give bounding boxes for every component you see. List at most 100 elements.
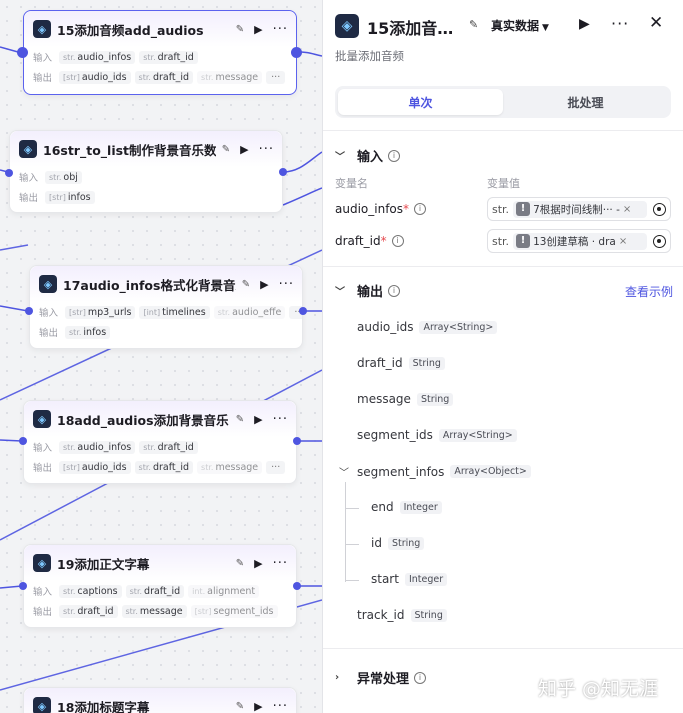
edit-title-icon[interactable]: ✎ [469,18,478,31]
output-section-header[interactable]: ﹀ 输出 i [335,281,401,300]
run-node-icon[interactable]: ▶ [254,700,262,713]
edit-title-icon[interactable]: ✎ [236,414,244,425]
remove-reference-icon[interactable]: × [619,236,627,247]
param-chip: str. obj [45,170,82,184]
more-options-icon[interactable]: ··· [273,556,288,571]
input-label: 输入 [19,173,39,184]
param-chip: str. message [197,460,263,474]
tab-single[interactable]: 单次 [338,89,503,115]
var-value-draft-id[interactable]: str. ! 13创建草稿 · dra × [487,229,671,253]
info-icon[interactable]: i [414,203,427,215]
node-16-str-to-list[interactable]: ◈ 16str_to_list制作背景音乐数据 ✎ ▶ ··· 输入 str. o… [9,130,283,213]
data-source-select[interactable]: 真实数据 ▼ [491,17,549,34]
chevron-down-icon: ﹀ [335,152,345,163]
required-marker: * [380,234,387,248]
input-label: 输入 [33,53,53,64]
column-var-name: 变量名 [335,177,368,190]
node-18-add-audios-bgm[interactable]: ◈ 18add_audios添加背景音乐 ✎ ▶ ··· 输入 str. audi… [23,400,297,484]
node-output-port[interactable] [293,582,301,590]
edit-title-icon[interactable]: ✎ [236,24,244,35]
param-chip: [str] mp3_urls [65,305,136,319]
reference-tag[interactable]: ! 13创建草稿 · dra × [513,232,647,250]
panel-header: ◈ 15添加音… ✎ 真实数据 ▼ ▶ ··· ✕ 批量添加音频 [323,0,683,72]
node-title: 17audio_infos格式化背景音乐 [63,277,236,293]
plugin-logo-icon: ◈ [39,275,57,293]
more-options-icon[interactable]: ··· [259,142,274,157]
column-var-value: 变量值 [487,177,520,190]
more-options-icon[interactable]: ··· [273,699,288,713]
node-output-port[interactable] [293,437,301,445]
info-icon[interactable]: i [391,235,404,247]
warning-icon: ! [516,234,531,248]
more-options-icon[interactable]: ··· [273,22,288,37]
watermark: 知乎 @知无涯 [538,678,659,700]
node-input-port[interactable] [17,47,28,58]
var-value-audio-infos[interactable]: str. ! 7根据时间线制··· - × [487,197,671,221]
reference-text: 13创建草稿 · dra [533,235,616,248]
more-options-icon[interactable]: ··· [279,277,294,292]
node-18-add-title-captions[interactable]: ◈ 18添加标题字幕 ✎ ▶ ··· [23,687,297,713]
workflow-canvas[interactable]: ◈ 15添加音频add_audios ✎ ▶ ··· 输入 str. audio_… [0,0,322,713]
output-label: 输出 [33,607,53,618]
param-chip: [str] audio_ids [59,460,131,474]
plugin-logo-icon: ◈ [19,140,37,158]
output-label: 输出 [33,463,53,474]
more-options-icon[interactable]: ··· [611,14,629,33]
node-17-audio-infos[interactable]: ◈ 17audio_infos格式化背景音乐 ✎ ▶ ··· 输入 [str] m… [29,265,303,349]
node-input-port[interactable] [19,437,27,445]
remove-reference-icon[interactable]: × [623,204,631,215]
more-params-chip[interactable]: ··· [266,70,286,84]
output-name: draft_id [357,356,403,370]
input-label: 输入 [39,308,59,319]
info-icon[interactable]: i [414,671,427,684]
reference-tag[interactable]: ! 7根据时间线制··· - × [513,200,647,218]
view-example-link[interactable]: 查看示例 [625,283,673,300]
output-item-expandable[interactable]: ﹀ segment_infos Array<Object> [339,464,531,479]
node-output-port[interactable] [279,168,287,176]
node-output-port[interactable] [299,307,307,315]
param-chip: [str] audio_ids [59,70,131,84]
run-node-icon[interactable]: ▶ [240,143,248,156]
tree-guide-line [345,544,359,545]
run-node-icon[interactable]: ▶ [254,413,262,426]
edit-title-icon[interactable]: ✎ [242,279,250,290]
info-icon[interactable]: i [388,149,401,162]
run-node-icon[interactable]: ▶ [254,23,262,36]
run-node-icon[interactable]: ▶ [254,557,262,570]
panel-title[interactable]: 15添加音… [367,15,457,39]
edit-title-icon[interactable]: ✎ [236,558,244,569]
info-icon[interactable]: i [388,284,401,297]
input-section-header[interactable]: ﹀ 输入 i [335,146,401,165]
type-tag: Integer [399,500,442,514]
error-section-header[interactable]: › 异常处理 i [335,668,427,687]
var-name-audio-infos: audio_infos * i [335,202,427,216]
node-input-row: 输入 str. audio_infos str. draft_id [24,47,296,67]
edit-title-icon[interactable]: ✎ [236,701,244,712]
node-input-port[interactable] [25,307,33,315]
more-options-icon[interactable]: ··· [273,412,288,427]
tab-batch[interactable]: 批处理 [503,89,668,115]
output-item: draft_id String [357,356,445,370]
node-19-add-captions[interactable]: ◈ 19添加正文字幕 ✎ ▶ ··· 输入 str. captions str. d… [23,544,297,628]
mode-tabs: 单次 批处理 [335,86,671,118]
node-15-add-audios[interactable]: ◈ 15添加音频add_audios ✎ ▶ ··· 输入 str. audio_… [23,10,297,95]
select-variable-icon[interactable] [653,202,666,216]
node-header: ◈ 15添加音频add_audios ✎ ▶ ··· [24,11,296,47]
node-input-row: 输入 [str] mp3_urls [int] timelines str. audi… [30,302,302,322]
run-node-icon[interactable]: ▶ [260,278,268,291]
select-variable-icon[interactable] [653,234,666,248]
type-tag: String [410,608,447,622]
node-input-port[interactable] [19,582,27,590]
type-label: str. [492,202,510,216]
more-params-chip[interactable]: ··· [266,460,286,474]
edit-title-icon[interactable]: ✎ [222,144,230,155]
chevron-down-icon[interactable]: ﹀ [339,464,349,479]
close-icon[interactable]: ✕ [649,13,663,33]
run-icon[interactable]: ▶ [579,16,590,32]
plugin-logo-icon: ◈ [33,697,51,713]
node-input-port[interactable] [5,169,13,177]
node-output-port[interactable] [291,47,302,58]
node-header: ◈ 19添加正文字幕 ✎ ▶ ··· [24,545,296,581]
output-item: audio_ids Array<String> [357,320,498,334]
output-label: 输出 [19,193,39,204]
